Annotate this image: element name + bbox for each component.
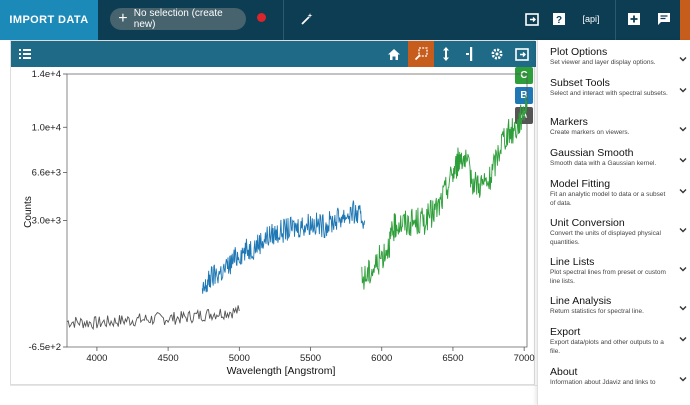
- plugin-description: Create markers on viewers.: [550, 129, 630, 136]
- home-icon[interactable]: [385, 45, 403, 63]
- chevron-down-icon: [679, 57, 687, 62]
- chevron-down-icon: [679, 306, 687, 311]
- plus-icon: +: [118, 10, 128, 27]
- chevron-down-icon: [679, 158, 687, 163]
- plugin-title: Subset Tools: [550, 77, 610, 89]
- plugin-description: Convert the units of displayed physical …: [550, 230, 661, 246]
- separator: [615, 0, 616, 40]
- plugin-title: Line Lists: [550, 256, 595, 268]
- viewer-toolbar: [11, 41, 536, 67]
- chevron-down-icon: [679, 127, 687, 132]
- chevron-down-icon: [679, 228, 687, 233]
- x-tick-label: 7000: [514, 353, 535, 364]
- plugin-title: Unit Conversion: [550, 217, 625, 229]
- top-bar: IMPORT DATA + No selection (create new) …: [0, 0, 690, 40]
- plot-frame: [66, 73, 528, 348]
- y-tick-label: 6.6e+3: [32, 168, 61, 179]
- plugin-description: Set viewer and layer display options.: [550, 59, 656, 66]
- selection-dropdown[interactable]: + No selection (create new): [110, 8, 246, 30]
- x-tick-label: 5500: [300, 353, 321, 364]
- plugin-title: Gaussian Smooth: [550, 147, 634, 159]
- chevron-down-icon: [679, 267, 687, 272]
- plugin-tray: Plot Options Set viewer and layer displa…: [537, 40, 690, 405]
- messages-icon[interactable]: [656, 10, 672, 28]
- y-axis-label: Counts: [23, 196, 34, 228]
- pan-vertical-icon[interactable]: [437, 45, 455, 63]
- plugin-description: Select and interact with spectral subset…: [550, 90, 668, 97]
- series-b-line: [201, 200, 366, 294]
- plugin-description: Smooth data with a Gaussian kernel.: [550, 160, 657, 167]
- export-icon[interactable]: [513, 45, 531, 63]
- chevron-down-icon: [679, 88, 687, 93]
- plugin-title: Plot Options: [550, 46, 608, 58]
- series-c-line: [361, 95, 528, 290]
- chevron-down-icon: [679, 337, 687, 342]
- selection-label: No selection (create new): [133, 8, 223, 30]
- plugin-title: About: [550, 366, 578, 378]
- series-a-line: [66, 305, 240, 331]
- help-icon[interactable]: ?: [551, 10, 567, 28]
- chevron-down-icon: [679, 377, 687, 382]
- y-tick-label: 3.0e+3: [32, 215, 61, 226]
- pan-horizontal-icon[interactable]: [462, 45, 480, 63]
- y-tick-label: 1.4e+4: [32, 69, 61, 80]
- import-data-button[interactable]: IMPORT DATA: [0, 0, 98, 40]
- x-tick-label: 6500: [442, 353, 463, 364]
- magic-wand-icon[interactable]: [298, 10, 316, 28]
- plugin-description: Export data/plots and other outputs to a…: [550, 339, 664, 355]
- tray-indicator: [680, 0, 690, 40]
- plugin-description: Return statistics for spectral line.: [550, 308, 644, 315]
- spectrum-plot[interactable]: 4000 4500 5000 5500 6000 6500 7000 -6.5e+2 3.0e…: [11, 67, 536, 385]
- settings-icon[interactable]: [488, 45, 506, 63]
- plugin-description: Information about Jdaviz and links to: [550, 379, 656, 386]
- x-axis-label: Wavelength [Angstrom]: [227, 365, 336, 377]
- x-tick-label: 6000: [371, 353, 392, 364]
- layers-icon[interactable]: [16, 45, 34, 63]
- separator: [283, 0, 284, 40]
- plugin-description: Plot spectral lines from preset or custo…: [550, 269, 666, 285]
- x-tick-label: 5000: [229, 353, 250, 364]
- chevron-down-icon: [679, 189, 687, 194]
- plugin-title: Markers: [550, 116, 588, 128]
- y-tick-label: -6.5e+2: [29, 342, 62, 353]
- add-viewer-icon[interactable]: [626, 10, 642, 28]
- viewer-bottom-border: [10, 385, 537, 386]
- x-tick-label: 4000: [86, 353, 107, 364]
- svg-text:?: ?: [556, 15, 562, 26]
- plugin-title: Line Analysis: [550, 295, 612, 307]
- zoom-icon: [412, 45, 430, 63]
- plugin-description: Fit an analytic model to data or a subse…: [550, 191, 666, 207]
- layout-icon[interactable]: [524, 10, 540, 28]
- api-button[interactable]: [api]: [580, 10, 602, 28]
- zoom-tool-button[interactable]: [408, 41, 434, 67]
- spectrum-viewer: C B A 4000 4500 5000 5500 6000 6500 7000 -6.5e…: [10, 40, 536, 385]
- y-tick-label: 1.0e+4: [32, 122, 61, 133]
- x-tick-label: 4500: [158, 353, 179, 364]
- record-icon[interactable]: [257, 13, 266, 22]
- plugin-title: Model Fitting: [550, 178, 611, 190]
- plugin-title: Export: [550, 326, 581, 338]
